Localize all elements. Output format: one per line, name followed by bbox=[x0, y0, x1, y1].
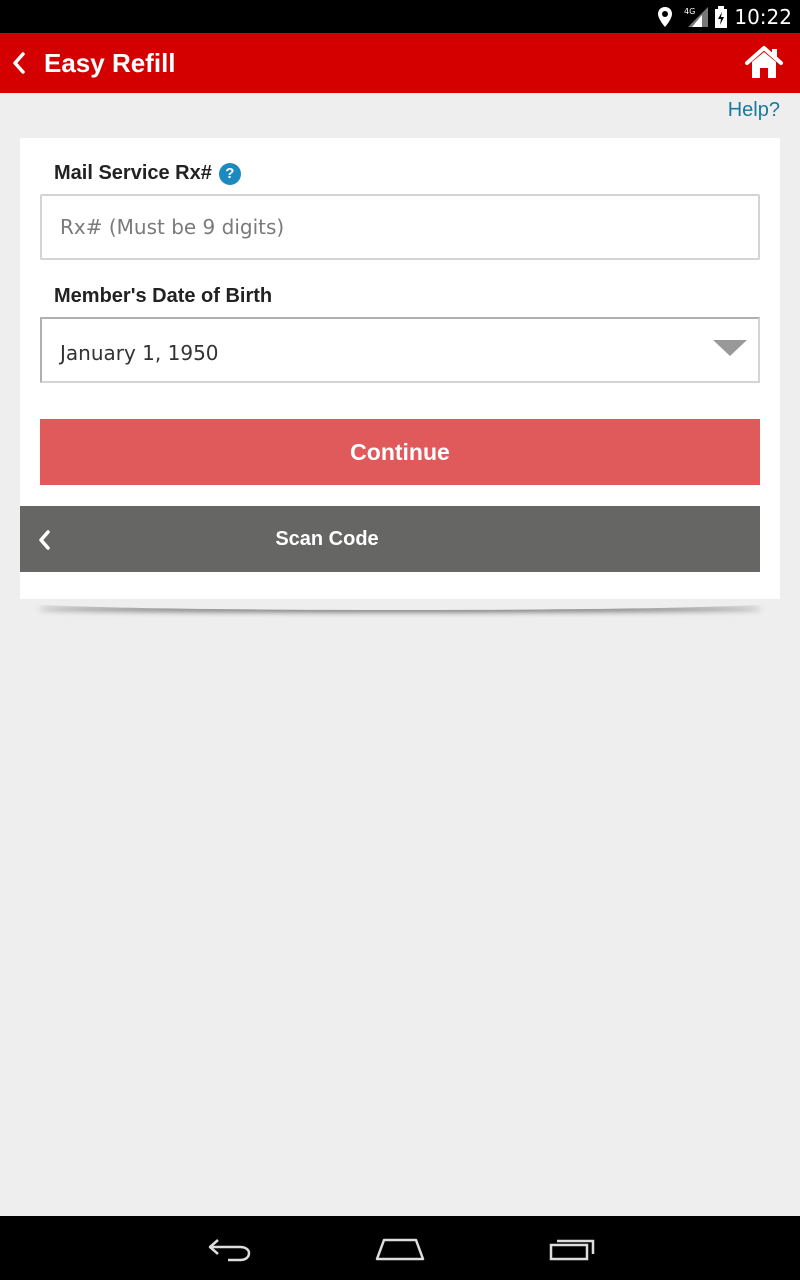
signal-4g-icon: 4G bbox=[684, 6, 710, 28]
nav-back-button[interactable] bbox=[206, 1234, 252, 1267]
help-link[interactable]: Help? bbox=[728, 99, 780, 122]
dropdown-arrow-icon bbox=[713, 340, 747, 356]
svg-text:4G: 4G bbox=[684, 7, 695, 16]
home-icon bbox=[745, 46, 783, 78]
rx-number-input[interactable] bbox=[40, 194, 760, 260]
rx-number-label-text: Mail Service Rx# bbox=[54, 162, 212, 184]
system-nav-bar bbox=[0, 1216, 800, 1280]
rx-help-icon[interactable]: ? bbox=[218, 162, 241, 185]
app-bar: Easy Refill bbox=[0, 33, 800, 93]
back-icon bbox=[208, 1239, 251, 1262]
nav-home-button[interactable] bbox=[374, 1234, 426, 1267]
location-icon bbox=[656, 6, 674, 28]
continue-button[interactable]: Continue bbox=[40, 419, 760, 485]
battery-icon bbox=[714, 5, 728, 28]
status-icons: 4G 10:22 bbox=[656, 0, 792, 33]
status-bar: 4G 10:22 bbox=[0, 0, 800, 33]
chevron-left-icon bbox=[13, 52, 25, 74]
home-outline-icon bbox=[375, 1238, 425, 1261]
back-button[interactable] bbox=[4, 47, 34, 79]
dob-label: Member's Date of Birth bbox=[54, 285, 273, 307]
page-title: Easy Refill bbox=[44, 48, 176, 78]
home-button[interactable] bbox=[744, 45, 784, 81]
dob-selected-value: January 1, 1950 bbox=[60, 341, 219, 365]
refill-form-card: Mail Service Rx# ? Member's Date of Birt… bbox=[20, 138, 780, 599]
scan-label-wrap: Scan Code bbox=[20, 506, 634, 572]
dob-select[interactable]: January 1, 1950 bbox=[40, 317, 760, 383]
scan-code-label: Scan Code bbox=[275, 527, 379, 550]
scan-code-button[interactable]: Scan Code bbox=[20, 506, 760, 572]
rx-number-label: Mail Service Rx# ? bbox=[54, 162, 241, 185]
nav-recents-button[interactable] bbox=[548, 1234, 596, 1267]
recents-icon bbox=[549, 1239, 595, 1261]
status-time: 10:22 bbox=[734, 4, 792, 29]
